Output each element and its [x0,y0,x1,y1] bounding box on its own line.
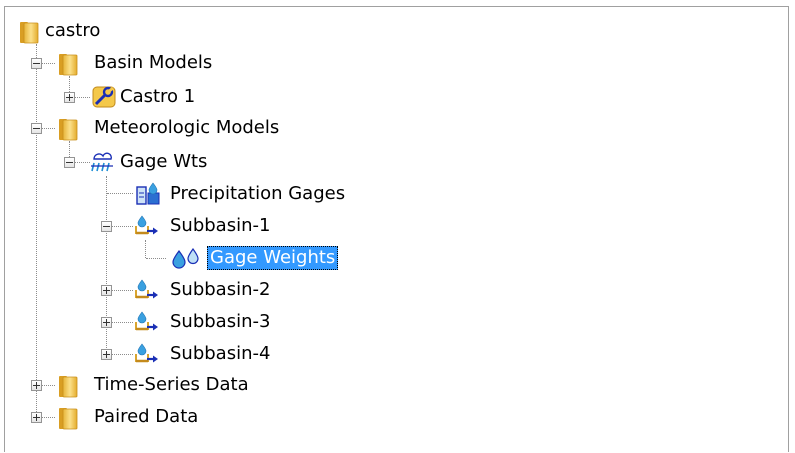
tree-node-time-series-data[interactable]: Time-Series Data [91,373,252,397]
expand-toggle[interactable] [101,317,112,328]
folder-icon [55,373,81,399]
tree-node-basin-models[interactable]: Basin Models [91,51,215,75]
subbasin-icon [133,213,159,239]
collapse-toggle[interactable] [31,58,42,69]
precipitation-gages-icon [135,181,161,207]
tree-line [146,258,166,259]
tree-node-subbasin-3[interactable]: Subbasin-3 [167,310,273,334]
collapse-toggle[interactable] [101,221,112,232]
collapse-toggle[interactable] [31,123,42,134]
tree-node-subbasin-4[interactable]: Subbasin-4 [167,342,273,366]
tree-line [145,240,146,258]
tree-node-paired-data[interactable]: Paired Data [91,405,201,429]
subbasin-icon [133,277,159,303]
tree-node-precipitation-gages[interactable]: Precipitation Gages [167,182,348,206]
meteorologic-model-icon [89,149,115,175]
subbasin-icon [133,341,159,367]
tree-node-gage-wts[interactable]: Gage Wts [117,150,210,174]
basin-model-icon [91,84,117,110]
gage-weights-icon [169,246,203,272]
tree-line [107,193,133,194]
expand-toggle[interactable] [31,380,42,391]
tree-line [36,44,37,420]
folder-icon [55,405,81,431]
tree-node-meteorologic-models[interactable]: Meteorologic Models [91,116,282,140]
tree-node-subbasin-2[interactable]: Subbasin-2 [167,278,273,302]
folder-icon [16,19,42,45]
expand-toggle[interactable] [64,92,75,103]
tree-node-castro-1[interactable]: Castro 1 [117,85,198,109]
subbasin-icon [133,309,159,335]
expand-toggle[interactable] [31,412,42,423]
folder-icon [55,51,81,77]
expand-toggle[interactable] [101,349,112,360]
collapse-toggle[interactable] [64,157,75,168]
folder-icon [55,116,81,142]
tree-node-subbasin-1[interactable]: Subbasin-1 [167,214,273,238]
tree-node-gage-weights[interactable]: Gage Weights [207,246,339,270]
tree-node-castro[interactable]: castro [42,19,103,43]
expand-toggle[interactable] [101,285,112,296]
